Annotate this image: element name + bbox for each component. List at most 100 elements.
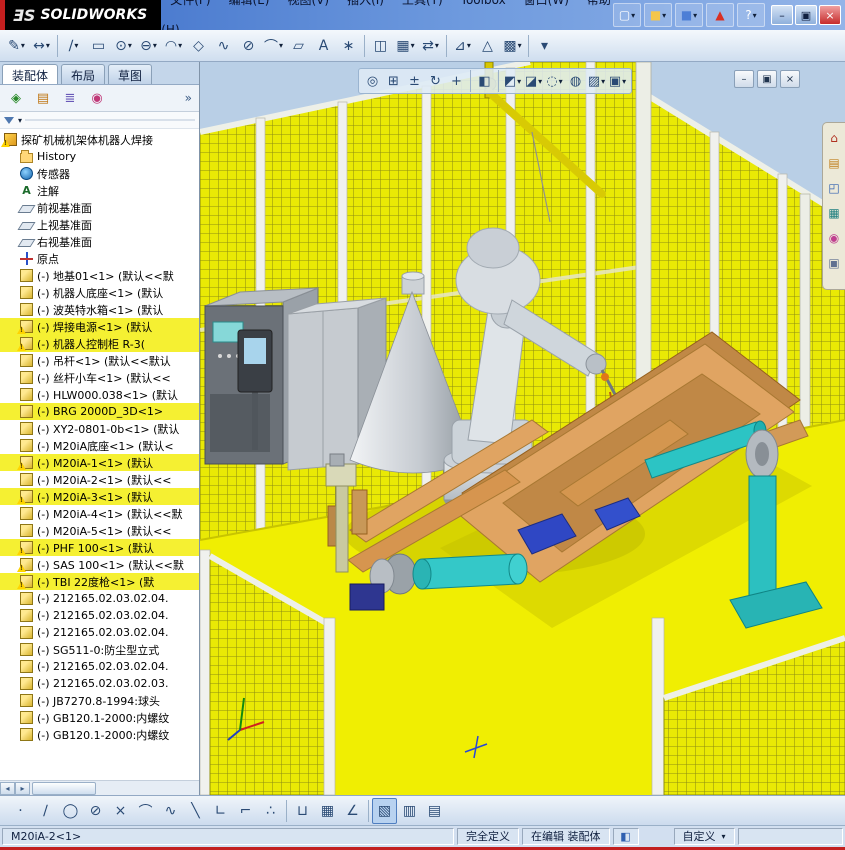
sketch-line-icon[interactable]: ∕ bbox=[33, 798, 58, 824]
doc-restore-button[interactable]: ▣ bbox=[757, 70, 777, 88]
circle-icon[interactable]: ⊙ ▾ bbox=[111, 33, 136, 59]
sketch-ellipse-icon[interactable]: ⊘ bbox=[83, 798, 108, 824]
tree-item[interactable]: (-) M20iA底座<1> (默认< bbox=[0, 437, 199, 454]
text-icon[interactable]: A bbox=[311, 33, 336, 59]
rotate-view-icon[interactable]: ↻ bbox=[425, 71, 446, 91]
3d-viewport[interactable] bbox=[200, 62, 845, 795]
tree-item[interactable]: (-) 212165.02.03.02.04. bbox=[0, 607, 199, 624]
tree-item[interactable]: ! (-) 焊接电源<1> (默认 bbox=[0, 318, 199, 335]
scrollbar-thumb[interactable] bbox=[32, 781, 96, 795]
tree-item[interactable]: ! (-) 机器人控制柜 R-3( bbox=[0, 335, 199, 352]
new-document-icon[interactable]: ▢ ▾ bbox=[613, 3, 641, 27]
sketch-arc-icon[interactable]: ⌒ bbox=[133, 798, 158, 824]
solidworks-resources-icon[interactable]: ⌂ bbox=[825, 129, 843, 147]
rectangle-icon[interactable]: ▭ bbox=[86, 33, 111, 59]
tree-item[interactable]: (-) GB120.1-2000:内螺纹 bbox=[0, 709, 199, 726]
tab-sketch[interactable]: 草图 bbox=[108, 64, 153, 84]
doc-minimize-button[interactable]: – bbox=[734, 70, 754, 88]
tree-item[interactable]: (-) GB120.1-2000:内螺纹 bbox=[0, 726, 199, 743]
open-document-icon[interactable]: ■ ▾ bbox=[644, 3, 672, 27]
close-button[interactable]: × bbox=[819, 5, 841, 25]
configuration-manager-icon[interactable]: ≣ bbox=[59, 87, 81, 109]
hide-show-items-icon[interactable]: ◌ ▾ bbox=[544, 71, 565, 91]
spline-icon[interactable]: ∿ bbox=[211, 33, 236, 59]
slot-icon[interactable]: ⊖ ▾ bbox=[136, 33, 161, 59]
fillet-icon[interactable]: ⌒ ▾ bbox=[261, 33, 286, 59]
mirror-entities-icon[interactable]: ◫ bbox=[368, 33, 393, 59]
custom-properties-icon[interactable]: ▣ bbox=[825, 254, 843, 272]
sketch-circle-icon[interactable]: ◯ bbox=[58, 798, 83, 824]
point-icon[interactable]: ∗ bbox=[336, 33, 361, 59]
linear-sketch-pattern-icon[interactable]: ▦ ▾ bbox=[393, 33, 418, 59]
doc-close-button[interactable]: × bbox=[780, 70, 800, 88]
appearances-scenes-icon[interactable]: ◉ bbox=[825, 229, 843, 247]
menu-edit[interactable]: 编辑(E) bbox=[220, 0, 279, 7]
scroll-left-icon[interactable]: ◂ bbox=[0, 781, 15, 795]
tree-item[interactable]: (-) 吊杆<1> (默认<<默认 bbox=[0, 352, 199, 369]
tree-item[interactable]: ! (-) M20iA-3<1> (默认 bbox=[0, 488, 199, 505]
tree-item[interactable]: 前视基准面 bbox=[0, 199, 199, 216]
tree-item[interactable]: (-) HLW000.038<1> (默认 bbox=[0, 386, 199, 403]
tree-item[interactable]: (-) 212165.02.03.02.03. bbox=[0, 675, 199, 692]
options-icon[interactable]: ▾ bbox=[532, 33, 557, 59]
sketch-spline-icon[interactable]: ∿ bbox=[158, 798, 183, 824]
toolbox-browser-icon[interactable]: ▲ bbox=[706, 3, 734, 27]
tree-item[interactable]: (-) M20iA-5<1> (默认<< bbox=[0, 522, 199, 539]
status-toolbar-preset[interactable]: 自定义 ▾ bbox=[673, 828, 735, 845]
sketch-icon[interactable]: ✎ ▾ bbox=[4, 33, 29, 59]
tree-item[interactable]: (-) M20iA-2<1> (默认<< bbox=[0, 471, 199, 488]
tree-item[interactable]: (-) 机器人底座<1> (默认 bbox=[0, 284, 199, 301]
view-settings-icon[interactable]: ▣ ▾ bbox=[607, 71, 628, 91]
snap-points-icon[interactable]: ∴ bbox=[258, 798, 283, 824]
tree-horizontal-scrollbar[interactable]: ◂ ▸ bbox=[0, 780, 199, 795]
tree-item[interactable]: (-) 丝杆小车<1> (默认<< bbox=[0, 369, 199, 386]
zoom-in-out-icon[interactable]: ± bbox=[404, 71, 425, 91]
graphics-area[interactable]: ◎ ⊞ ± ↻ + ◧ ◩ ▾ ◪ ▾ ◌ ▾ ◍ ▨ ▾ ▣ ▾ – ▣ × ⌂ ▤ ◰ ▦ ◉ ▣ bbox=[200, 62, 845, 795]
scroll-right-icon[interactable]: ▸ bbox=[15, 781, 30, 795]
split-horizontal-icon[interactable]: ▥ bbox=[397, 798, 422, 824]
tree-item[interactable]: (-) 地基01<1> (默认<<默 bbox=[0, 267, 199, 284]
tree-item[interactable]: (-) SG511-0:防尘型立式 bbox=[0, 641, 199, 658]
tree-item[interactable]: ! (-) M20iA-1<1> (默认 bbox=[0, 454, 199, 471]
tree-item[interactable]: (-) XY2-0801-0b<1> (默认 bbox=[0, 420, 199, 437]
plane-icon[interactable]: ▱ bbox=[286, 33, 311, 59]
menu-insert[interactable]: 插入(I) bbox=[338, 0, 393, 7]
sketch-corner-icon[interactable]: ⌐ bbox=[233, 798, 258, 824]
tree-item[interactable]: 上视基准面 bbox=[0, 216, 199, 233]
sketch-point-icon[interactable]: · bbox=[8, 798, 33, 824]
help-icon[interactable]: ? ▾ bbox=[737, 3, 765, 27]
tree-item[interactable]: (-) JB7270.8-1994:球头 bbox=[0, 692, 199, 709]
tree-item[interactable]: 传感器 bbox=[0, 165, 199, 182]
filter-funnel-icon[interactable] bbox=[4, 116, 14, 124]
menu-file[interactable]: 文件(F) bbox=[161, 0, 219, 7]
display-delete-relations-icon[interactable]: ⊿ ▾ bbox=[450, 33, 475, 59]
tree-item[interactable]: (-) 212165.02.03.02.04. bbox=[0, 624, 199, 641]
display-manager-icon[interactable]: ◉ bbox=[86, 87, 108, 109]
minimize-button[interactable]: – bbox=[771, 5, 793, 25]
section-view-icon[interactable]: ◧ bbox=[474, 71, 495, 91]
tree-item[interactable]: A 注解 bbox=[0, 182, 199, 199]
menu-view[interactable]: 视图(V) bbox=[278, 0, 338, 7]
tab-layout[interactable]: 布局 bbox=[61, 64, 106, 84]
ellipse-icon[interactable]: ⊘ bbox=[236, 33, 261, 59]
filter-dropdown-icon[interactable]: ▾ bbox=[18, 116, 22, 125]
view-orientation-icon[interactable]: ◩ ▾ bbox=[502, 71, 523, 91]
property-manager-icon[interactable]: ▤ bbox=[32, 87, 54, 109]
arc-icon[interactable]: ◠ ▾ bbox=[161, 33, 186, 59]
pan-icon[interactable]: + bbox=[446, 71, 467, 91]
menu-window[interactable]: 窗口(W) bbox=[515, 0, 578, 7]
apply-scene-icon[interactable]: ▨ ▾ bbox=[586, 71, 607, 91]
tree-item[interactable]: 右视基准面 bbox=[0, 233, 199, 250]
quick-snaps-icon[interactable]: ▩ ▾ bbox=[500, 33, 525, 59]
smart-dimension-icon[interactable]: ↔ ▾ bbox=[29, 33, 54, 59]
split-vertical-icon[interactable]: ▤ bbox=[422, 798, 447, 824]
tree-item[interactable]: ! (-) TBI 22度枪<1> (默 bbox=[0, 573, 199, 590]
menu-toolbox[interactable]: Toolbox bbox=[452, 0, 515, 7]
panel-overflow-icon[interactable]: » bbox=[185, 91, 194, 105]
tree-item[interactable]: (-) BRG 2000D_3D<1> bbox=[0, 403, 199, 420]
zoom-fit-icon[interactable]: ◎ bbox=[362, 71, 383, 91]
edit-appearance-icon[interactable]: ◍ bbox=[565, 71, 586, 91]
file-explorer-icon[interactable]: ◰ bbox=[825, 179, 843, 197]
tree-item[interactable]: (-) 212165.02.03.02.04. bbox=[0, 658, 199, 675]
tree-item[interactable]: 原点 bbox=[0, 250, 199, 267]
